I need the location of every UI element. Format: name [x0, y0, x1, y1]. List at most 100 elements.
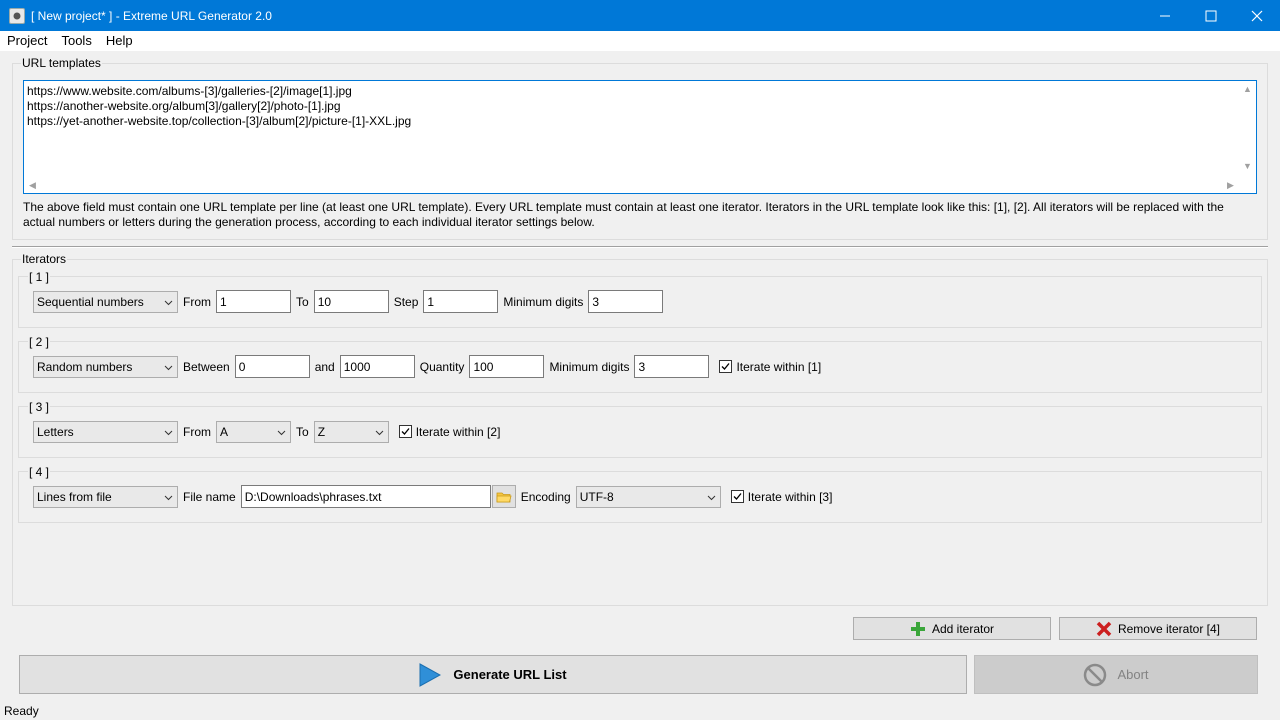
iterator-4-encoding-select[interactable]: UTF-8 — [575, 485, 721, 508]
play-icon — [419, 662, 442, 687]
iterator-4-file-input[interactable]: D:\Downloads\phrases.txt — [240, 485, 491, 508]
scroll-right-icon[interactable]: ▶ — [1227, 180, 1234, 191]
to-label: To — [296, 294, 309, 309]
chevron-down-icon — [277, 430, 286, 435]
chevron-down-icon — [164, 365, 173, 370]
plus-icon — [910, 621, 925, 636]
maximize-icon — [1205, 10, 1217, 21]
close-button[interactable] — [1234, 0, 1280, 31]
iterator-2-label: [ 2 ] — [28, 335, 51, 349]
and-label: and — [314, 359, 335, 374]
iterator-4-row: Lines from file File name D:\Downloads\p… — [33, 485, 832, 508]
iterator-1-min-digits-input[interactable]: 3 — [588, 290, 664, 313]
checkmark-icon — [733, 493, 742, 500]
iterator-3-to-value: Z — [317, 424, 326, 439]
scroll-left-icon[interactable]: ◀ — [29, 180, 36, 191]
iterator-4-type-select[interactable]: Lines from file — [33, 485, 178, 508]
menu-bar: Project Tools Help — [0, 31, 1280, 51]
iterator-1-row: Sequential numbers From 1 To 10 Step 1 M… — [33, 290, 664, 313]
chevron-down-icon — [707, 495, 716, 500]
iterator-1-from-input[interactable]: 1 — [216, 290, 291, 313]
quantity-label: Quantity — [419, 359, 465, 374]
menu-project[interactable]: Project — [0, 31, 54, 51]
iterators-label: Iterators — [21, 252, 68, 266]
url-templates-textarea[interactable]: https://www.website.com/albums-[3]/galle… — [23, 80, 1257, 194]
encoding-label: Encoding — [520, 489, 571, 504]
iterator-1-step-input[interactable]: 1 — [423, 290, 499, 313]
iterator-1-label: [ 1 ] — [28, 270, 51, 284]
between-label: Between — [183, 359, 230, 374]
chevron-down-icon — [375, 430, 384, 435]
iterator-2-iterate-within-checkbox[interactable]: Iterate within [1] — [719, 360, 821, 374]
abort-button[interactable]: Abort — [974, 655, 1258, 694]
add-iterator-button[interactable]: Add iterator — [853, 617, 1051, 640]
menu-help[interactable]: Help — [99, 31, 140, 51]
iterator-3-type-value: Letters — [37, 424, 74, 439]
iterator-2-quantity-input[interactable]: 100 — [469, 355, 545, 378]
url-template-lines: https://www.website.com/albums-[3]/galle… — [27, 84, 411, 129]
iterator-1-type-value: Sequential numbers — [37, 294, 144, 309]
iterator-3-row: Letters From A To Z Iterate within [2] — [33, 420, 500, 443]
no-entry-icon — [1084, 663, 1107, 686]
remove-iterator-button[interactable]: Remove iterator [4] — [1059, 617, 1257, 640]
menu-tools[interactable]: Tools — [54, 31, 98, 51]
iterator-2-type-select[interactable]: Random numbers — [33, 355, 178, 378]
generate-label: Generate URL List — [453, 667, 567, 682]
from-label: From — [183, 424, 211, 439]
minimize-icon — [1160, 15, 1170, 16]
x-icon — [1096, 621, 1112, 636]
iterator-2-min-digits-input[interactable]: 3 — [634, 355, 710, 378]
iterator-2-between-input[interactable]: 0 — [234, 355, 310, 378]
url-template-line: https://yet-another-website.top/collecti… — [27, 114, 412, 128]
checkbox-box[interactable] — [398, 425, 412, 438]
window-title: [ New project* ] - Extreme URL Generator… — [31, 8, 272, 23]
horizontal-scrollbar[interactable]: ◀ ▶ — [24, 178, 1256, 193]
to-label: To — [296, 424, 309, 439]
close-icon — [1251, 10, 1263, 21]
add-iterator-label: Add iterator — [931, 621, 995, 636]
separator — [12, 246, 1268, 248]
url-templates-help-text: The above field must contain one URL tem… — [23, 200, 1224, 229]
checkmark-icon — [721, 363, 730, 370]
vertical-scrollbar[interactable]: ▲ ▼ — [1239, 81, 1256, 178]
iterate-within-label: Iterate within [1] — [736, 359, 822, 374]
status-bar: Ready — [0, 702, 1280, 720]
browse-file-button[interactable] — [491, 485, 516, 508]
file-name-label: File name — [183, 489, 236, 504]
scroll-up-icon[interactable]: ▲ — [1243, 84, 1252, 94]
iterator-3-iterate-within-checkbox[interactable]: Iterate within [2] — [398, 424, 501, 439]
chevron-down-icon — [164, 495, 173, 500]
iterator-1-type-select[interactable]: Sequential numbers — [33, 290, 178, 313]
folder-icon — [496, 492, 512, 502]
iterator-1-to-input[interactable]: 10 — [313, 290, 389, 313]
iterator-2-and-input[interactable]: 1000 — [339, 355, 415, 378]
checkmark-icon — [401, 428, 410, 435]
iterator-4-label: [ 4 ] — [28, 465, 51, 479]
iterate-within-label: Iterate within [3] — [747, 489, 833, 504]
abort-label: Abort — [1117, 667, 1149, 682]
url-templates-label: URL templates — [21, 56, 102, 70]
chevron-down-icon — [164, 430, 173, 435]
chevron-down-icon — [164, 300, 173, 305]
minimize-button[interactable] — [1142, 0, 1188, 31]
step-label: Step — [393, 294, 419, 309]
iterate-within-label: Iterate within [2] — [415, 424, 501, 439]
iterator-3-label: [ 3 ] — [28, 400, 51, 414]
iterator-3-type-select[interactable]: Letters — [33, 420, 178, 443]
iterator-3-to-select[interactable]: Z — [313, 420, 389, 443]
app-icon — [9, 7, 25, 24]
generate-url-list-button[interactable]: Generate URL List — [19, 655, 967, 694]
min-digits-label: Minimum digits — [503, 294, 584, 309]
status-text: Ready — [4, 704, 39, 718]
remove-iterator-label: Remove iterator [4] — [1117, 621, 1221, 636]
url-template-line: https://another-website.org/album[3]/gal… — [27, 99, 341, 113]
checkbox-box[interactable] — [730, 490, 744, 503]
scroll-down-icon[interactable]: ▼ — [1243, 161, 1252, 171]
iterator-2-row: Random numbers Between 0 and 1000 Quanti… — [33, 355, 821, 378]
iterator-3-from-select[interactable]: A — [216, 420, 291, 443]
iterator-4-iterate-within-checkbox[interactable]: Iterate within [3] — [730, 489, 833, 504]
title-bar: [ New project* ] - Extreme URL Generator… — [0, 0, 1280, 31]
checkbox-box[interactable] — [719, 360, 733, 373]
iterator-4-type-value: Lines from file — [37, 489, 112, 504]
maximize-button[interactable] — [1188, 0, 1234, 31]
